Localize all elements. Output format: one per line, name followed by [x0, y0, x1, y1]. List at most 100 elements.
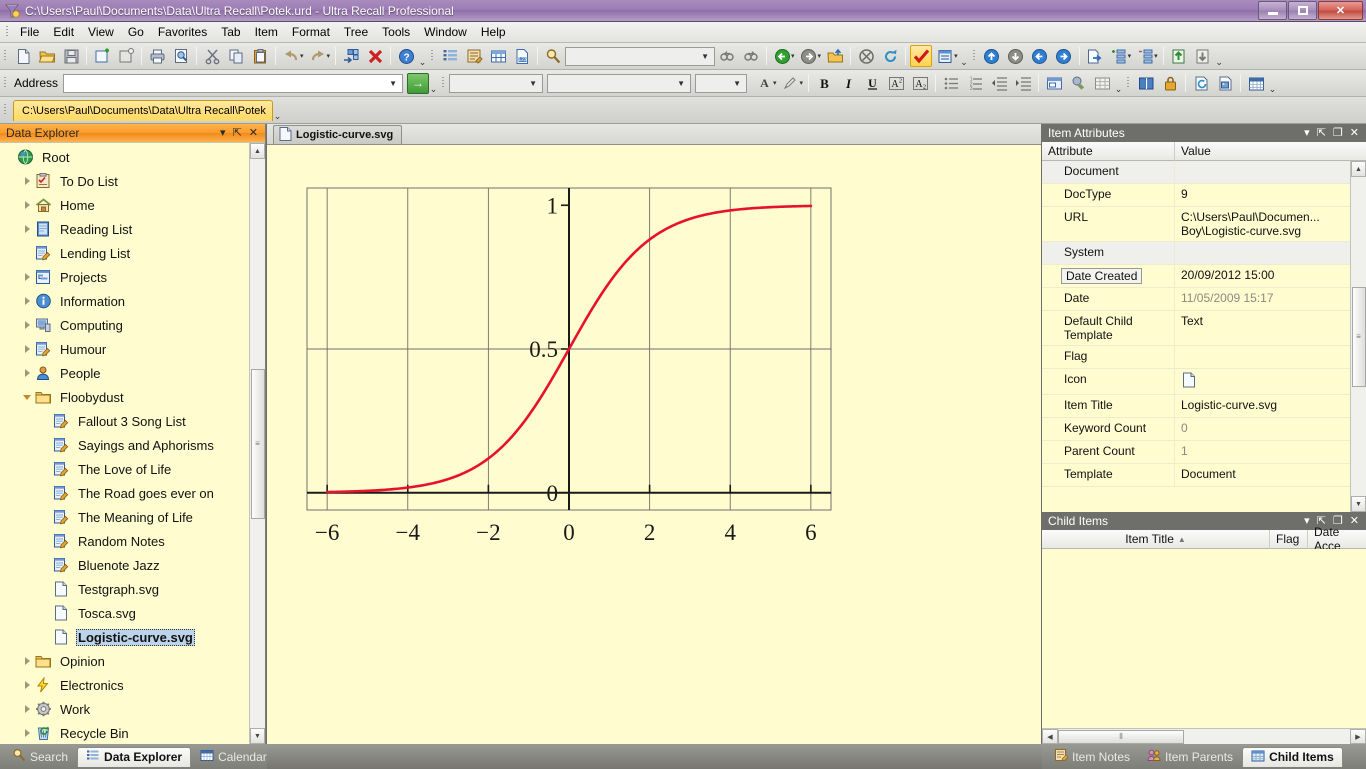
search-input[interactable]: ▼: [565, 46, 716, 66]
tree-scroll-up-icon[interactable]: ▲: [250, 143, 265, 159]
attribute-row[interactable]: Date 11/05/2009 15:17: [1042, 288, 1350, 311]
menu-view[interactable]: View: [81, 23, 121, 41]
new-item-icon[interactable]: [12, 45, 34, 67]
delete-icon[interactable]: [364, 45, 386, 67]
attributes-vertical-scrollbar[interactable]: ▲ ≡ ▼: [1350, 161, 1366, 512]
item-attributes-pin-icon[interactable]: ⇱: [1317, 127, 1326, 139]
item-type-icon[interactable]: [934, 45, 956, 67]
numbered-list-icon[interactable]: 123: [964, 72, 986, 94]
menu-format[interactable]: Format: [285, 23, 337, 41]
menu-item[interactable]: Item: [248, 23, 285, 41]
bold-button[interactable]: B: [813, 72, 835, 94]
toolbar-overflow-icon-3[interactable]: ⌄: [1215, 57, 1224, 68]
bottom-tab-data-explorer[interactable]: Data Explorer: [77, 746, 192, 767]
tree-scroll-track-bottom[interactable]: [250, 518, 265, 728]
search-dropdown-icon[interactable]: ▼: [698, 52, 712, 61]
font-color-dropdown-icon[interactable]: ▾: [773, 79, 777, 87]
item-attributes-rows[interactable]: Document DocType 9 URL C:\Users\Paul\Documen…: [1042, 161, 1350, 512]
font-name-dropdown-icon[interactable]: ▼: [526, 79, 540, 88]
expand-arrow-icon[interactable]: [22, 344, 33, 355]
open-folder-icon[interactable]: [36, 45, 58, 67]
menu-tab[interactable]: Tab: [214, 23, 247, 41]
tree-item-the-meaning-of-life[interactable]: The Meaning of Life: [0, 505, 249, 529]
tree-item-recycle-bin[interactable]: Recycle Bin: [0, 721, 249, 744]
toolbar-grip-standard[interactable]: [2, 48, 9, 64]
menu-tree[interactable]: Tree: [337, 23, 375, 41]
go-to-parent-icon[interactable]: [824, 45, 846, 67]
export-icon[interactable]: [1084, 45, 1106, 67]
data-explorer-menu-icon[interactable]: ▾: [220, 127, 226, 139]
highlight-dropdown-icon[interactable]: ▾: [800, 79, 804, 87]
import-icon[interactable]: [1168, 45, 1190, 67]
attributes-scroll-down-icon[interactable]: ▼: [1351, 496, 1366, 512]
new-child-item-icon[interactable]: [91, 45, 113, 67]
paste-icon[interactable]: [249, 45, 271, 67]
refresh-icon[interactable]: [879, 45, 901, 67]
save-icon[interactable]: [60, 45, 82, 67]
expand-arrow-icon[interactable]: [22, 656, 33, 667]
collapse-arrow-icon[interactable]: [22, 392, 33, 403]
expand-arrow-icon[interactable]: [22, 320, 33, 331]
tree-item-fallout-3-song-list[interactable]: Fallout 3 Song List: [0, 409, 249, 433]
tree-item-home[interactable]: Home: [0, 193, 249, 217]
insert-table-icon[interactable]: [1091, 72, 1113, 94]
tree-item-random-notes[interactable]: Random Notes: [0, 529, 249, 553]
menu-tools[interactable]: Tools: [375, 23, 417, 41]
toolbar-grip-nav[interactable]: [971, 48, 978, 64]
tree-vertical-scrollbar[interactable]: ▲ ≡ ▼: [249, 143, 265, 744]
go-button[interactable]: →: [407, 72, 430, 94]
attributes-scroll-thumb[interactable]: ≡: [1351, 286, 1366, 387]
tree-scroll-track-top[interactable]: [250, 159, 265, 369]
undo-dropdown-icon[interactable]: ▾: [300, 52, 304, 60]
minimize-button[interactable]: [1258, 1, 1287, 20]
lock-icon[interactable]: [1159, 72, 1181, 94]
increase-indent-icon[interactable]: [1012, 72, 1034, 94]
column-header-value[interactable]: Value: [1175, 142, 1350, 161]
attribute-row[interactable]: Icon: [1042, 369, 1350, 395]
expand-arrow-icon[interactable]: [22, 272, 33, 283]
column-header-flag[interactable]: Flag: [1270, 529, 1308, 549]
expand-arrow-icon[interactable]: [22, 224, 33, 235]
attribute-row[interactable]: Document: [1042, 161, 1350, 184]
toolbar-grip-view[interactable]: [429, 48, 436, 64]
expand-all-dropdown-icon[interactable]: ▾: [1128, 52, 1132, 60]
tree-item-lending-list[interactable]: Lending List: [0, 241, 249, 265]
toolbar-grip-format[interactable]: [440, 75, 447, 91]
help-icon[interactable]: ?: [395, 45, 417, 67]
expand-arrow-icon[interactable]: [22, 704, 33, 715]
style-dropdown-icon[interactable]: ▼: [674, 79, 688, 88]
menu-grip[interactable]: [4, 24, 11, 40]
attributes-scroll-track-top[interactable]: [1351, 177, 1366, 287]
search-icon[interactable]: [542, 45, 564, 67]
toolbar-overflow-icon-2[interactable]: ⌄: [960, 57, 969, 68]
address-dropdown-icon[interactable]: ▼: [386, 79, 400, 88]
tree-item-people[interactable]: People: [0, 361, 249, 385]
column-header-attribute[interactable]: Attribute: [1042, 141, 1175, 161]
tree-item-the-love-of-life[interactable]: The Love of Life: [0, 457, 249, 481]
attribute-row[interactable]: Parent Count 1: [1042, 441, 1350, 464]
tree-item-testgraph-svg[interactable]: Testgraph.svg: [0, 577, 249, 601]
tree-item-tosca-svg[interactable]: Tosca.svg: [0, 601, 249, 625]
address-overflow-icon[interactable]: ⌄: [429, 84, 438, 95]
document-canvas[interactable]: −6 −4 −2 0 2 4 6 0 0.5 1: [267, 144, 1041, 744]
menu-help[interactable]: Help: [474, 23, 513, 41]
expand-arrow-icon[interactable]: [22, 368, 33, 379]
tree-item-logistic-curve-svg[interactable]: Logistic-curve.svg: [0, 625, 249, 649]
flag-item-icon[interactable]: [910, 45, 933, 67]
decrease-indent-icon[interactable]: [988, 72, 1010, 94]
promote-icon[interactable]: [1029, 45, 1051, 67]
tree-item-bluenote-jazz[interactable]: Bluenote Jazz: [0, 553, 249, 577]
font-size-dropdown-icon[interactable]: ▼: [730, 79, 744, 88]
child-items-scroll-right-icon[interactable]: ▶: [1350, 729, 1366, 744]
attribute-row[interactable]: Template Document: [1042, 464, 1350, 487]
font-name-input[interactable]: ▼: [449, 73, 544, 93]
highlight-icon[interactable]: [780, 72, 802, 94]
toolbar-grip-tools[interactable]: [1125, 75, 1132, 91]
calendar-icon[interactable]: [1245, 72, 1267, 94]
bottom-tab-search[interactable]: Search: [4, 747, 76, 767]
attributes-scroll-track-bottom[interactable]: [1351, 386, 1366, 496]
tree-item-sayings-and-aphorisms[interactable]: Sayings and Aphorisms: [0, 433, 249, 457]
attribute-row[interactable]: DocType 9: [1042, 184, 1350, 207]
move-up-icon[interactable]: [981, 45, 1003, 67]
database-tab[interactable]: C:\Users\Paul\Documents\Data\Ultra Recal…: [13, 99, 273, 121]
